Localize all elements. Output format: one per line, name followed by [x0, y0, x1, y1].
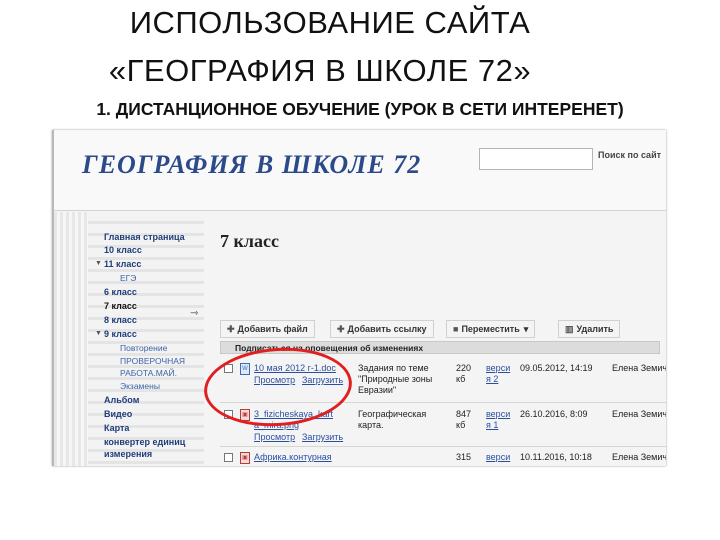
- sidebar-item-album[interactable]: Альбом: [104, 395, 139, 405]
- sidebar-item-grade-6[interactable]: 6 класс: [104, 287, 137, 297]
- sidebar-item-test-2[interactable]: РАБОТА.МАЙ.: [120, 368, 177, 378]
- sidebar-item-converter[interactable]: конвертер единиц: [104, 437, 185, 447]
- file-date: 09.05.2012, 14:19: [520, 363, 593, 373]
- file-size-unit: кб: [456, 374, 466, 384]
- file-size: 220: [456, 363, 472, 373]
- sidebar-item-home[interactable]: Главная страница: [104, 232, 185, 242]
- website-screenshot: ГЕОГРАФИЯ В ШКОЛЕ 72 Поиск по сайт Главн…: [52, 130, 666, 466]
- chevron-down-icon: ▾: [523, 324, 529, 334]
- page-title: 7 класс: [220, 231, 279, 251]
- search-input[interactable]: [479, 148, 593, 170]
- expand-arrow-icon[interactable]: ▼: [95, 330, 102, 337]
- version-link[interactable]: верси: [486, 452, 510, 463]
- trash-icon: ▥: [565, 324, 574, 334]
- version-link[interactable]: верси: [486, 409, 510, 420]
- sidebar-item-ege[interactable]: ЕГЭ: [120, 273, 136, 283]
- row-checkbox[interactable]: [224, 453, 233, 462]
- arrow-right-icon: ⇾: [190, 308, 199, 319]
- view-link[interactable]: Просмотр: [254, 432, 295, 443]
- file-description: Евразии": [358, 385, 397, 395]
- slide-title-line1: ИСПОЛЬЗОВАНИЕ САЙТА: [129, 5, 531, 40]
- folder-icon: ■: [453, 324, 459, 334]
- file-size: 315: [456, 452, 472, 462]
- image-file-icon: ▣: [240, 452, 250, 464]
- sidebar-item-grade-9[interactable]: 9 класс: [104, 329, 137, 339]
- file-name-link[interactable]: Африка.контурная: [254, 452, 332, 463]
- sidebar-item-exams[interactable]: Экзамены: [120, 381, 160, 391]
- add-link-button[interactable]: ✚ Добавить ссылку: [330, 320, 434, 338]
- slide-title-line2: «ГЕОГРАФИЯ В ШКОЛЕ 72»: [108, 53, 532, 88]
- download-link[interactable]: Загрузить: [302, 432, 343, 443]
- sidebar-item-converter-2[interactable]: измерения: [104, 449, 152, 459]
- version-link[interactable]: верси: [486, 363, 510, 374]
- expand-arrow-icon[interactable]: ▼: [95, 260, 102, 267]
- file-author: Елена Земич: [612, 409, 666, 419]
- move-button[interactable]: ■ Переместить ▾: [446, 320, 536, 338]
- sidebar-item-grade-10[interactable]: 10 класс: [104, 245, 142, 255]
- row-divider: [220, 446, 666, 447]
- sidebar-item-map[interactable]: Карта: [104, 423, 129, 433]
- sidebar-nav: Главная страница 10 класс ▼ 11 класс ЕГЭ…: [54, 212, 204, 466]
- sidebar-item-grade-11[interactable]: 11 класс: [104, 259, 141, 269]
- file-description: Задания по теме: [358, 363, 429, 373]
- plus-icon: ✚: [227, 324, 235, 334]
- add-file-button[interactable]: ✚ Добавить файл: [220, 320, 315, 338]
- file-date: 26.10.2016, 8:09: [520, 409, 588, 419]
- sidebar-item-grade-8[interactable]: 8 класс: [104, 315, 137, 325]
- sidebar-item-test-1[interactable]: ПРОВЕРОЧНАЯ: [120, 356, 185, 366]
- sidebar-item-review[interactable]: Повторение: [120, 343, 167, 353]
- table-row: ▣ Африка.контурная 315 верси 10.11.2016,…: [220, 451, 666, 466]
- file-size: 847: [456, 409, 472, 419]
- slide-subtitle: 1. ДИСТАНЦИОННОЕ ОБУЧЕНИЕ (УРОК В СЕТИ И…: [96, 99, 624, 119]
- file-description: "Природные зоны: [358, 374, 433, 384]
- plus-icon: ✚: [337, 324, 345, 334]
- sidebar-item-video[interactable]: Видео: [104, 409, 132, 419]
- file-author: Елена Земич: [612, 363, 666, 373]
- file-date: 10.11.2016, 10:18: [520, 452, 592, 462]
- version-link[interactable]: я 2: [486, 374, 498, 385]
- site-logo[interactable]: ГЕОГРАФИЯ В ШКОЛЕ 72: [82, 150, 421, 180]
- sidebar-item-grade-7[interactable]: 7 класс: [104, 301, 137, 311]
- file-size-unit: кб: [456, 420, 466, 430]
- site-header: ГЕОГРАФИЯ В ШКОЛЕ 72 Поиск по сайт: [54, 130, 666, 211]
- search-button[interactable]: Поиск по сайт: [598, 150, 661, 160]
- file-author: Елена Земич: [612, 452, 666, 462]
- delete-button[interactable]: ▥ Удалить: [558, 320, 621, 338]
- version-link[interactable]: я 1: [486, 420, 498, 431]
- file-description: карта.: [358, 420, 384, 430]
- file-description: Географическая: [358, 409, 427, 419]
